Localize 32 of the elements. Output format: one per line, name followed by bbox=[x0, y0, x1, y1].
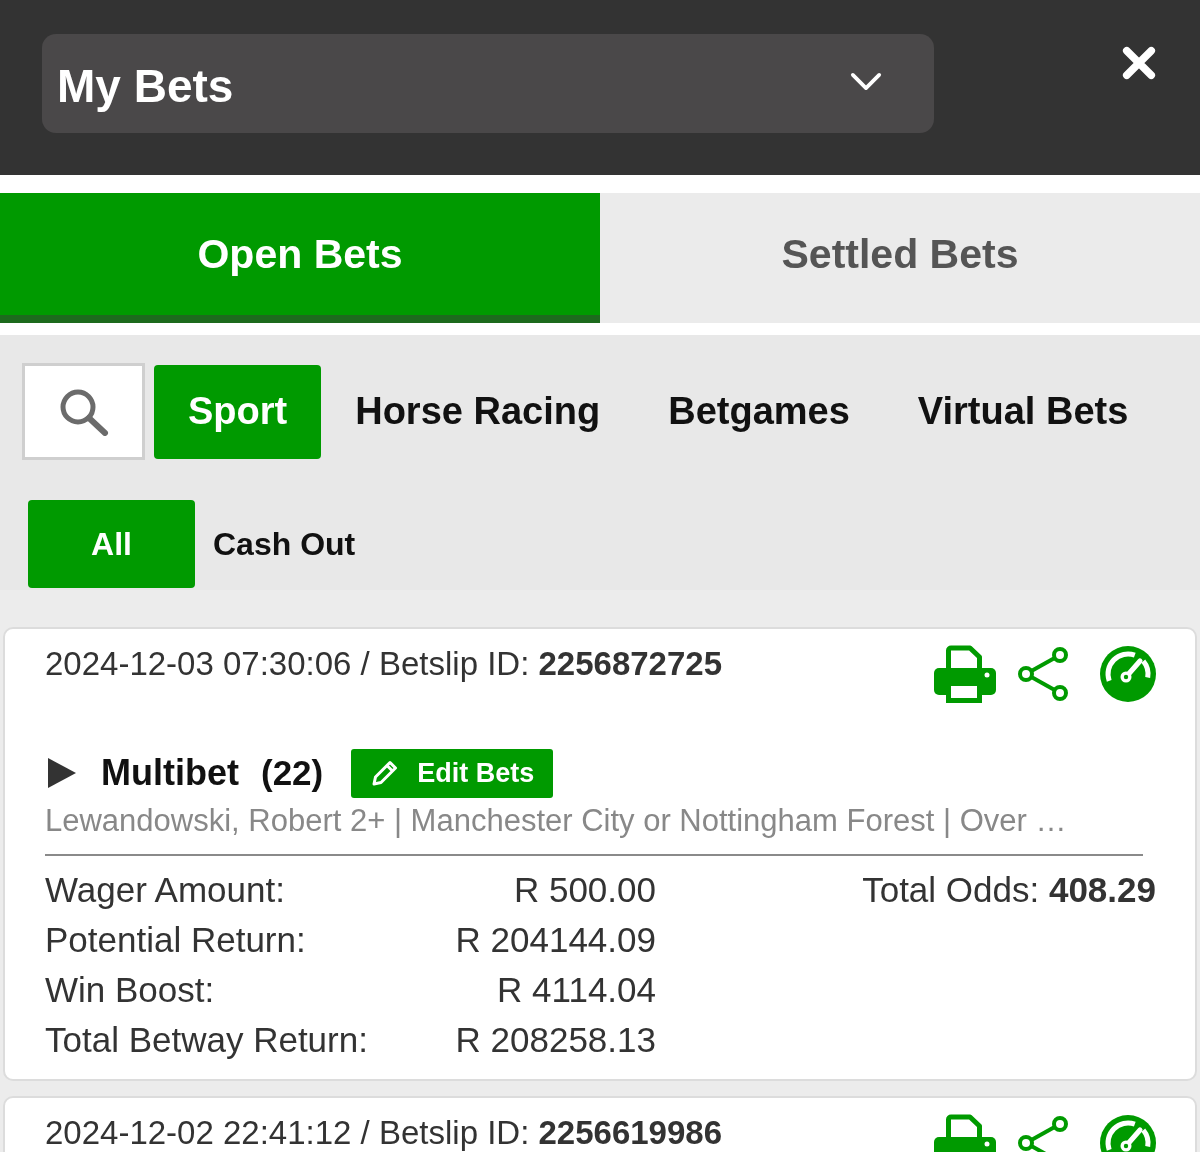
search-button[interactable] bbox=[22, 363, 145, 460]
gauge-icon[interactable] bbox=[1100, 646, 1156, 702]
my-bets-dropdown[interactable]: My Bets bbox=[42, 34, 934, 133]
amount-label: Wager Amount: bbox=[45, 870, 286, 910]
category-tab[interactable]: Sport bbox=[154, 364, 322, 459]
amount-value: R 208258.13 bbox=[455, 1020, 656, 1060]
amount-value: R 500.00 bbox=[512, 870, 656, 910]
category-tab[interactable]: Betgames bbox=[634, 364, 884, 459]
bet-type: Multibet bbox=[101, 752, 239, 794]
edit-bets-button[interactable]: Edit Bets bbox=[351, 748, 554, 798]
share-icon[interactable] bbox=[1018, 647, 1068, 701]
betslip-header: 2024-12-02 22:41:12 / Betslip ID: 2256619986 bbox=[45, 1117, 723, 1149]
chevron-down-icon bbox=[850, 72, 882, 91]
tab[interactable]: Settled Bets bbox=[600, 193, 1200, 323]
amount-value: R 4114.04 bbox=[496, 970, 656, 1010]
category-tab[interactable]: Horse Racing bbox=[321, 364, 635, 459]
search-icon bbox=[58, 387, 109, 436]
amount-label: Potential Return: bbox=[45, 920, 307, 960]
category-tab[interactable]: Virtual Bets bbox=[883, 364, 1163, 459]
total-odds: Total Odds: 408.29 bbox=[861, 869, 1156, 911]
close-icon[interactable] bbox=[1122, 46, 1156, 80]
tab[interactable]: Open Bets bbox=[0, 193, 600, 323]
filter-tab[interactable]: Cash Out bbox=[195, 500, 374, 588]
selections-text: Lewandowski, Robert 2+ | Manchester City or Nottingham Forest | Over … bbox=[45, 802, 1068, 840]
printer-icon[interactable] bbox=[934, 645, 996, 703]
amount-label: Total Betway Return: bbox=[45, 1020, 369, 1060]
triangle-icon[interactable] bbox=[48, 758, 76, 788]
filter-tab[interactable]: All bbox=[28, 500, 195, 588]
amount-label: Win Boost: bbox=[45, 970, 216, 1010]
leg-count: (22) bbox=[261, 753, 324, 793]
amount-value: R 204144.09 bbox=[455, 920, 656, 960]
betslip-header: 2024-12-03 07:30:06 / Betslip ID: 2256872725 bbox=[45, 648, 723, 680]
